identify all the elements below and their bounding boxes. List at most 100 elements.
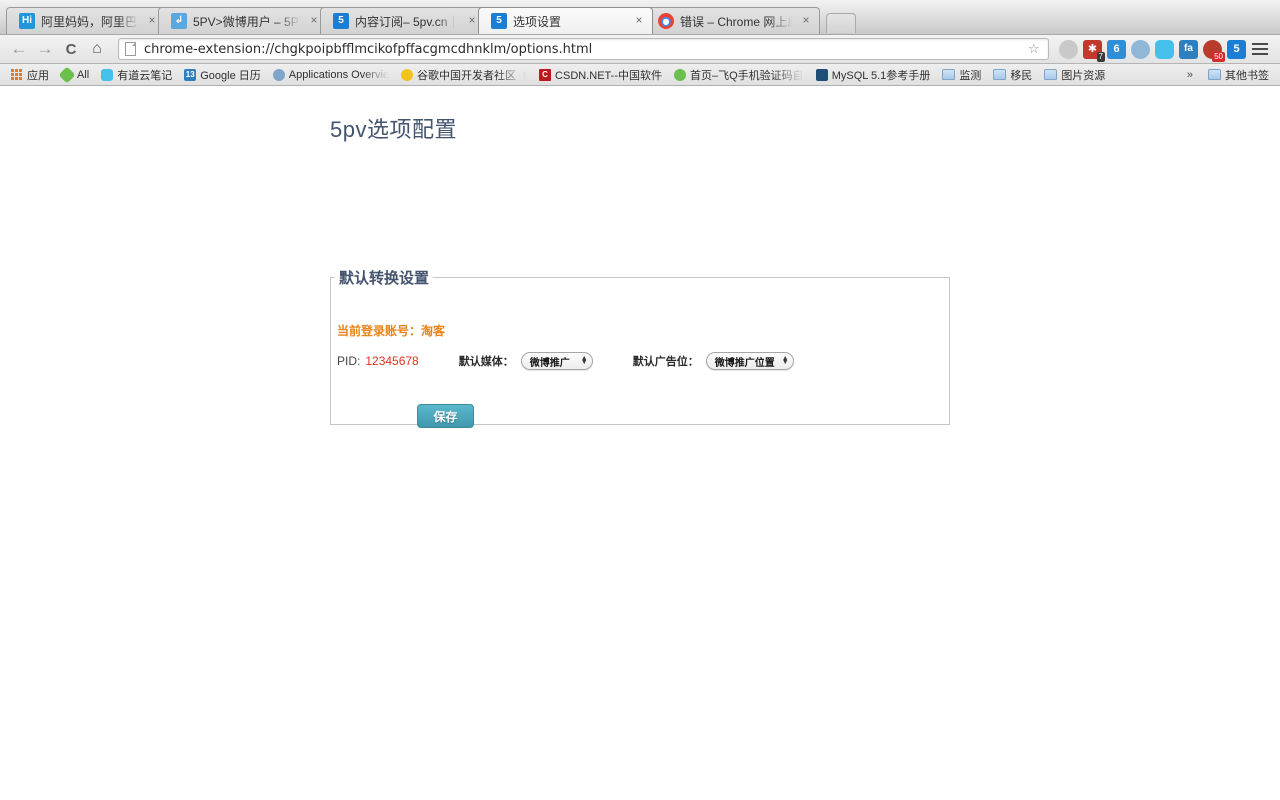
- browser-tab-1[interactable]: ↲ 5PV>微博用户 – 5PV：微博 ×: [158, 7, 328, 34]
- default-conversion-settings-fieldset: 默认转换设置 当前登录账号：淘客 PID: 12345678 默认媒体： 微博推…: [330, 267, 950, 428]
- reload-icon[interactable]: C: [58, 37, 84, 61]
- current-account-line: 当前登录账号：淘客: [337, 324, 446, 338]
- select-arrows-icon: ▲ ▼: [781, 355, 789, 366]
- browser-toolbar: ← → C ⌂ chrome-extension://chgkpoipbfflm…: [0, 35, 1280, 64]
- tab-title: 内容订阅– 5pv.cn｜微博营销: [355, 14, 459, 29]
- hi-favicon: Hi: [19, 13, 35, 29]
- folder-icon: [1208, 69, 1221, 80]
- extension-badge: 50: [1212, 51, 1225, 62]
- bookmark-all[interactable]: All: [56, 66, 94, 83]
- tab-title: 选项设置: [513, 14, 562, 29]
- evernote-extension-icon[interactable]: [1155, 39, 1174, 59]
- tab-close-icon[interactable]: ×: [465, 13, 479, 28]
- pid-label: PID:: [337, 354, 361, 368]
- default-adslot-select[interactable]: 微博推广位置 ▲ ▼: [705, 352, 794, 370]
- blue-g-extension-icon[interactable]: 6: [1107, 39, 1126, 59]
- bookmark-label: 移民: [1010, 69, 1033, 82]
- default-media-select[interactable]: 微博推广 ▲ ▼: [520, 352, 593, 370]
- url-text: chrome-extension://chgkpoipbfflmcikofpff…: [144, 41, 593, 57]
- bookmark-mysql[interactable]: MySQL 5.1参考手册: [811, 66, 936, 84]
- bookmark-label: Google 日历: [200, 69, 261, 82]
- save-button[interactable]: 保存: [417, 404, 474, 428]
- all-bookmark-icon: [58, 66, 76, 83]
- globe-pencil-extension-icon[interactable]: [1131, 39, 1150, 59]
- select-value: 微博推广位置: [714, 357, 775, 369]
- apps-grid-icon: [11, 69, 22, 80]
- chrome-store-favicon: [658, 13, 674, 29]
- bookmark-folder-yimin[interactable]: 移民: [988, 66, 1037, 84]
- applications-overview-icon: [272, 68, 285, 81]
- bookmark-label: 首页–飞Q手机验证码自: [690, 69, 804, 82]
- extension-badge: 7: [1096, 51, 1105, 62]
- folder-icon: [993, 69, 1007, 80]
- bookmarks-overflow-icon[interactable]: »: [1187, 69, 1193, 81]
- extension-icons: ✱ 7 6 fa 50 5: [1055, 39, 1246, 62]
- bookmark-label: 应用: [27, 69, 49, 82]
- browser-tab-4[interactable]: 错误 – Chrome 网上应用店 ×: [645, 7, 820, 34]
- home-icon[interactable]: ⌂: [84, 37, 110, 61]
- tab-close-icon[interactable]: ×: [799, 13, 813, 28]
- back-icon[interactable]: ←: [6, 37, 32, 61]
- bookmark-label: MySQL 5.1参考手册: [831, 69, 931, 82]
- google-calendar-icon: 13: [184, 68, 197, 81]
- default-media-label: 默认媒体：: [458, 356, 514, 368]
- bookmark-star-icon[interactable]: ☆: [1028, 41, 1042, 57]
- bookmarks-bar: 应用 All 有道云笔记 13 Google 日历 Applications O…: [0, 64, 1280, 86]
- csdn-icon: C: [539, 68, 552, 81]
- arrow-favicon: ↲: [171, 13, 187, 29]
- bookmark-applications-overview[interactable]: Applications Overvie: [268, 68, 394, 82]
- bookmark-youdao[interactable]: 有道云笔记: [96, 66, 177, 84]
- bookmark-label: 监测: [959, 69, 982, 82]
- 5pv-favicon: 5: [491, 13, 507, 29]
- fa-extension-icon[interactable]: fa: [1179, 39, 1198, 59]
- bookmark-google-dev-community[interactable]: 谷歌中国开发者社区（: [396, 66, 532, 84]
- bookmark-label: 谷歌中国开发者社区（: [417, 69, 528, 82]
- new-tab-button[interactable]: [826, 13, 856, 33]
- youdao-icon: [101, 68, 114, 81]
- bookmarks-bar-right: » 其他书签: [1187, 64, 1274, 85]
- address-bar[interactable]: chrome-extension://chgkpoipbfflmcikofpff…: [118, 38, 1049, 60]
- page-title: 5pv选项配置: [330, 117, 457, 142]
- bookmark-label: Applications Overvie: [288, 68, 390, 81]
- default-adslot-label: 默认广告位：: [632, 356, 699, 368]
- other-bookmarks-folder[interactable]: 其他书签: [1203, 66, 1274, 84]
- asterisk-glyph: ✱: [1087, 42, 1098, 55]
- red-ball-extension-icon[interactable]: 50: [1203, 39, 1225, 62]
- browser-tab-0[interactable]: Hi 阿里妈妈，阿里巴巴旗下网络 ×: [6, 7, 166, 34]
- tab-title: 5PV>微博用户 – 5PV：微博: [193, 14, 301, 29]
- page-content: 5pv选项配置 默认转换设置 当前登录账号：淘客 PID: 12345678 默…: [0, 112, 1280, 800]
- tab-close-icon[interactable]: ×: [632, 13, 646, 28]
- settings-form-row: PID: 12345678 默认媒体： 微博推广 ▲ ▼ 默认广告位： 微博推广位…: [337, 352, 949, 370]
- bookmark-folder-jiance[interactable]: 监测: [937, 66, 986, 84]
- 5pv-extension-icon[interactable]: 5: [1227, 39, 1246, 59]
- asterisk-extension-icon[interactable]: ✱ 7: [1083, 39, 1105, 62]
- bookmark-google-calendar[interactable]: 13 Google 日历: [179, 66, 266, 84]
- forward-icon[interactable]: →: [32, 37, 58, 61]
- tab-title: 阿里妈妈，阿里巴巴旗下网络: [41, 14, 139, 29]
- bookmark-label: CSDN.NET--中国软件: [555, 69, 662, 82]
- chrome-menu-icon[interactable]: [1252, 38, 1274, 60]
- select-arrows-icon: ▲ ▼: [580, 355, 588, 366]
- bookmark-label: 图片资源: [1061, 69, 1106, 82]
- browser-tab-3-active[interactable]: 5 选项设置 ×: [478, 7, 653, 34]
- browser-window: Hi 阿里妈妈，阿里巴巴旗下网络 × ↲ 5PV>微博用户 – 5PV：微博 ×…: [0, 0, 1280, 800]
- bookmark-folder-images[interactable]: 图片资源: [1039, 66, 1110, 84]
- tab-title: 错误 – Chrome 网上应用店: [680, 14, 793, 29]
- bookmark-label: All: [77, 68, 90, 81]
- 5pv-favicon: 5: [333, 13, 349, 29]
- browser-tab-2[interactable]: 5 内容订阅– 5pv.cn｜微博营销 ×: [320, 7, 486, 34]
- page-document-icon: [125, 42, 136, 56]
- pid-value: 12345678: [365, 354, 419, 368]
- tab-close-icon[interactable]: ×: [307, 13, 321, 28]
- folder-icon: [1044, 69, 1058, 80]
- mysql-icon: [815, 68, 828, 81]
- folder-icon: [942, 69, 956, 80]
- sync-icon[interactable]: [1059, 39, 1078, 59]
- fieldset-legend: 默认转换设置: [339, 270, 430, 287]
- tab-close-icon[interactable]: ×: [145, 13, 159, 28]
- bookmark-apps[interactable]: 应用: [6, 66, 54, 84]
- select-value: 微博推广: [529, 357, 570, 369]
- bookmark-csdn[interactable]: C CSDN.NET--中国软件: [534, 66, 667, 84]
- bookmark-label: 有道云笔记: [117, 69, 173, 82]
- bookmark-feiq[interactable]: 首页–飞Q手机验证码自: [669, 66, 809, 84]
